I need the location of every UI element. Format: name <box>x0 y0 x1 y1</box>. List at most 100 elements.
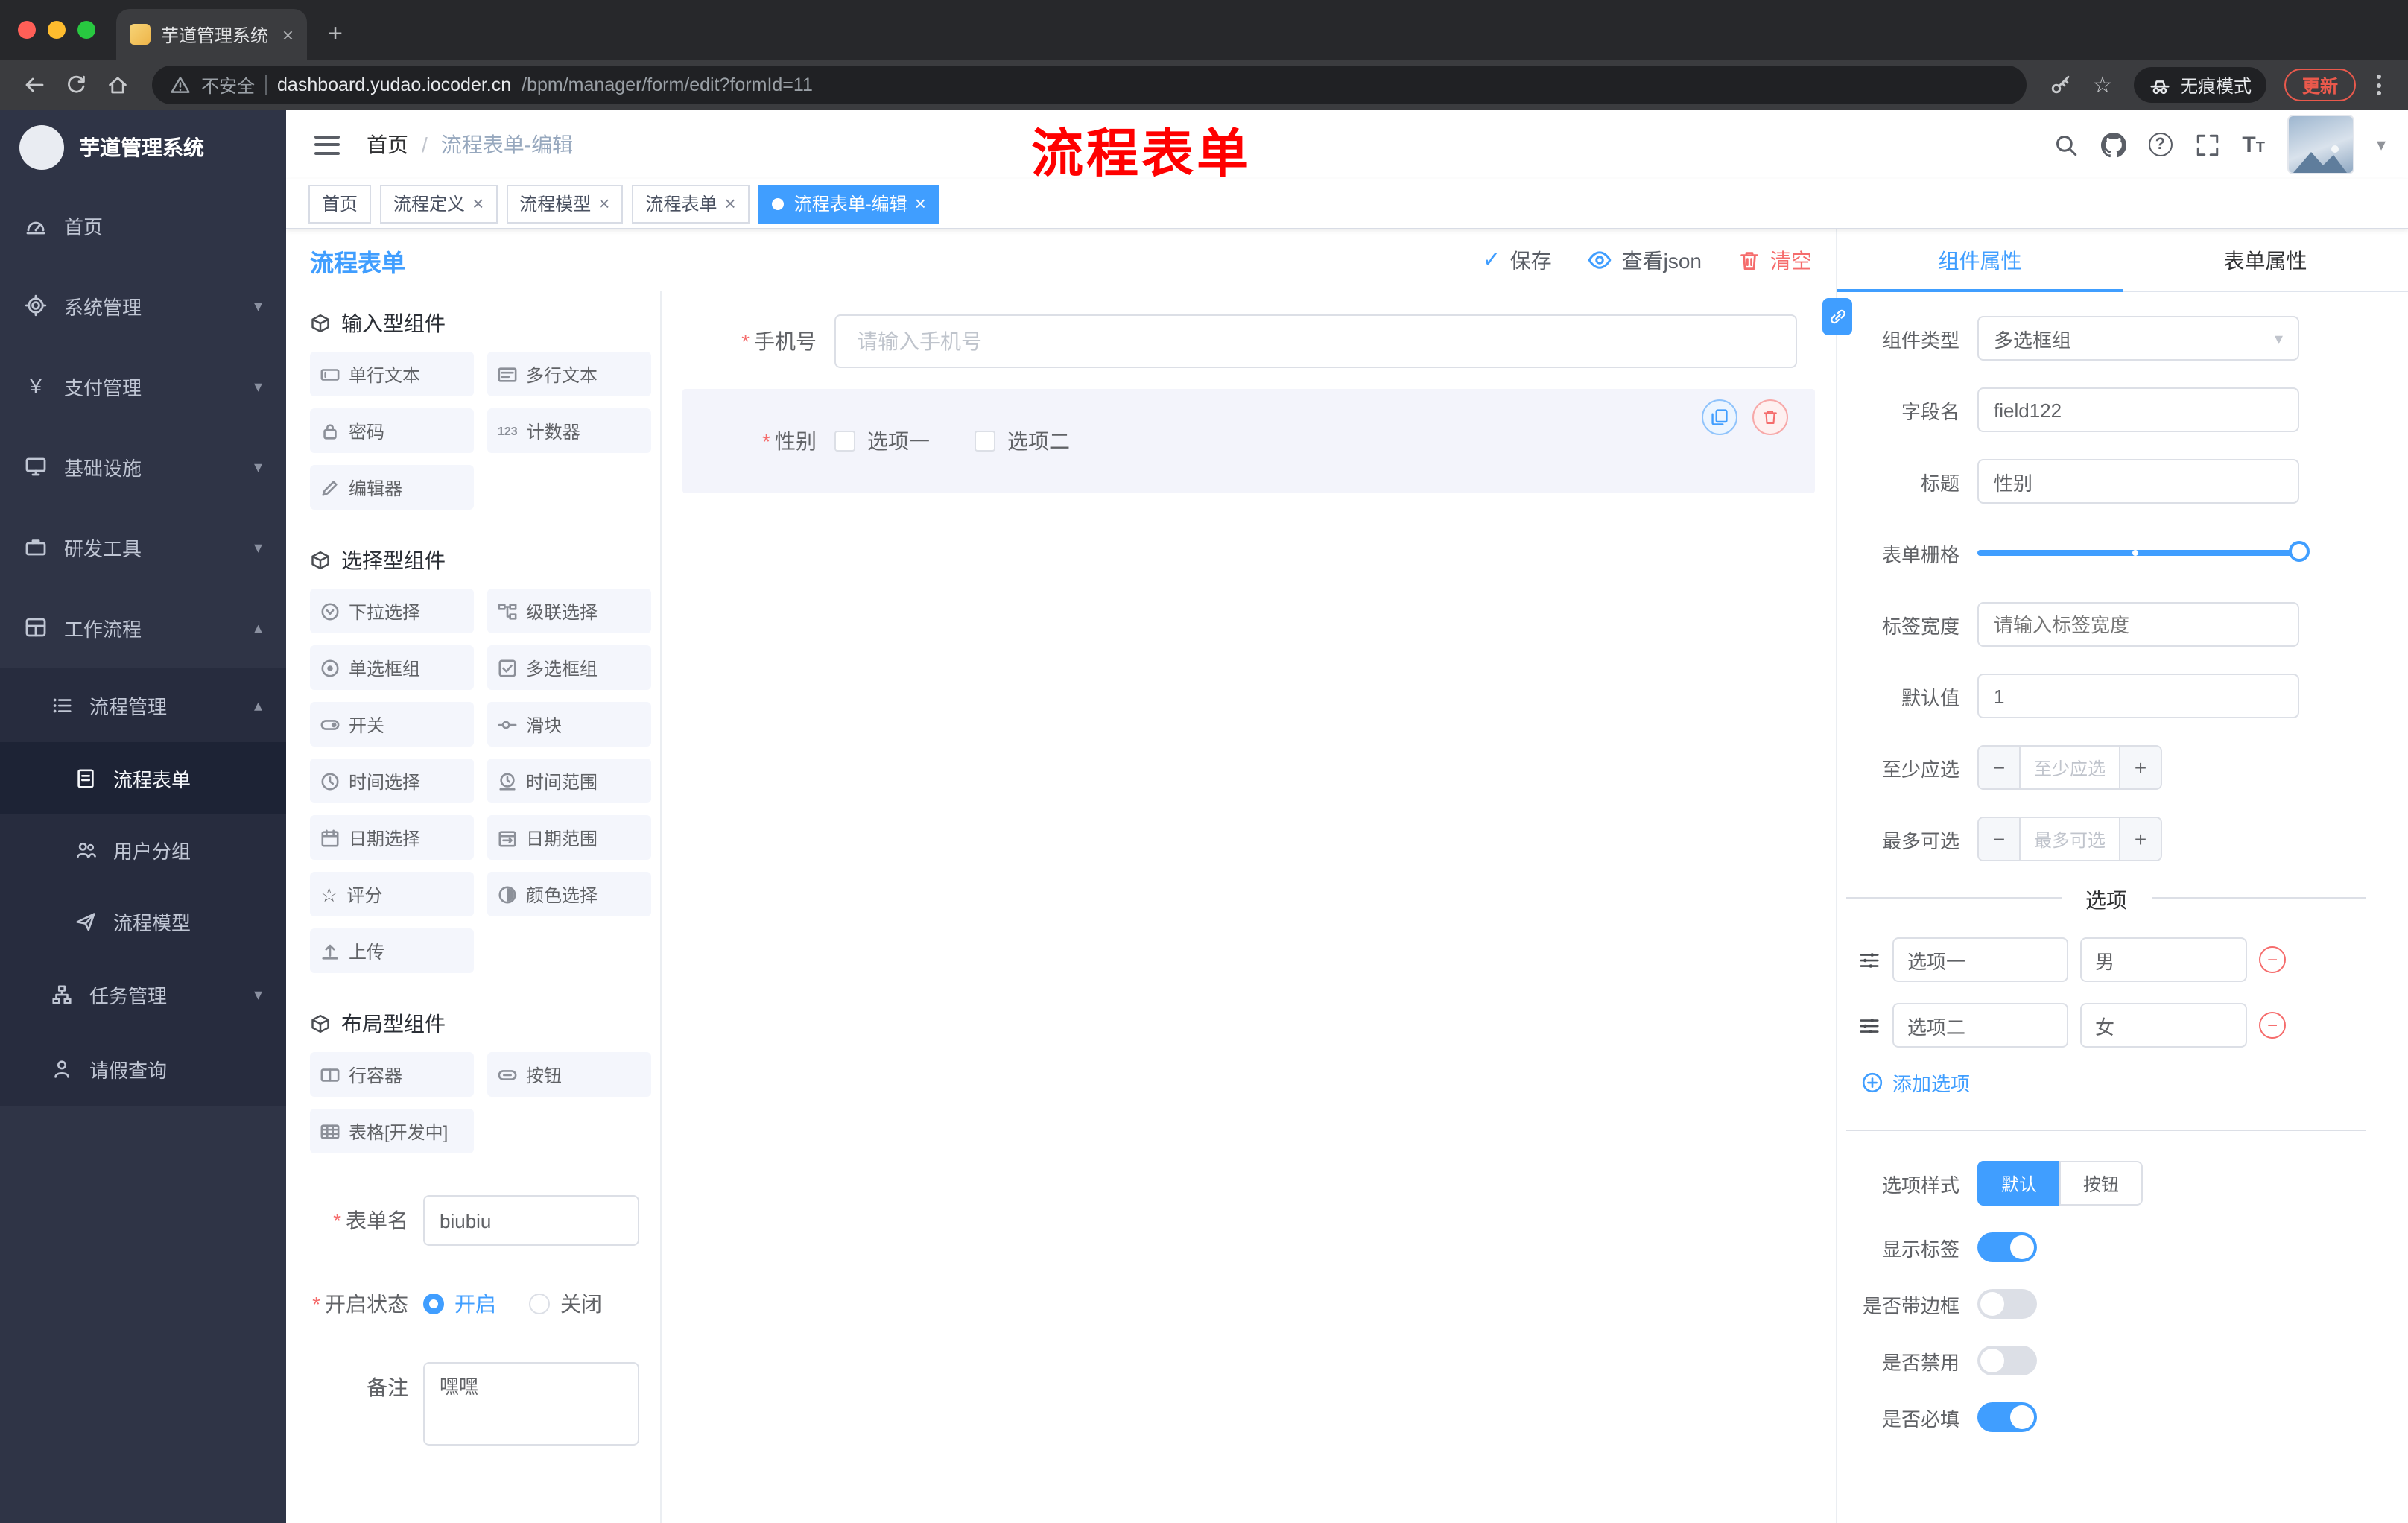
window-minimize-button[interactable] <box>48 21 66 39</box>
max-select-value[interactable]: 最多可选 <box>2021 818 2119 860</box>
form-name-input[interactable] <box>423 1195 639 1246</box>
browser-update-button[interactable]: 更新 <box>2284 69 2356 101</box>
palette-item-time-picker[interactable]: 时间选择 <box>310 759 474 803</box>
view-json-button[interactable]: 查看json <box>1588 245 1702 275</box>
sidebar-item-process-model[interactable]: 流程模型 <box>0 885 286 957</box>
fullscreen-button[interactable] <box>2194 132 2220 157</box>
field-name-input[interactable] <box>1977 387 2299 432</box>
option-value-input[interactable] <box>2080 1003 2247 1048</box>
status-radio-off[interactable]: 关闭 <box>529 1289 602 1319</box>
stepper-decrease-button[interactable]: − <box>1979 747 2021 788</box>
style-default-button[interactable]: 默认 <box>1977 1161 2062 1206</box>
phone-input[interactable] <box>834 314 1797 368</box>
component-type-select[interactable]: 多选框组 ▾ <box>1977 316 2299 361</box>
palette-item-button[interactable]: 按钮 <box>487 1052 651 1097</box>
palette-item-time-range[interactable]: 时间范围 <box>487 759 651 803</box>
add-option-button[interactable]: 添加选项 <box>1861 1068 2387 1097</box>
back-button[interactable] <box>15 66 54 104</box>
sidebar-logo[interactable]: 芋道管理系统 <box>0 110 286 185</box>
gender-option-1[interactable]: 选项一 <box>834 426 930 456</box>
title-input[interactable] <box>1977 459 2299 504</box>
sidebar-item-infrastructure[interactable]: 基础设施 ▾ <box>0 426 286 507</box>
palette-item-table[interactable]: 表格[开发中] <box>310 1109 474 1153</box>
avatar-caret-down-icon[interactable]: ▾ <box>2377 134 2386 155</box>
palette-item-row-container[interactable]: 行容器 <box>310 1052 474 1097</box>
browser-menu-button[interactable] <box>2365 69 2393 101</box>
palette-item-select[interactable]: 下拉选择 <box>310 589 474 633</box>
palette-item-radio-group[interactable]: 单选框组 <box>310 645 474 690</box>
save-button[interactable]: ✓ 保存 <box>1482 245 1551 275</box>
tag-process-model[interactable]: 流程模型 × <box>506 184 624 223</box>
tag-process-definition[interactable]: 流程定义 × <box>380 184 498 223</box>
tag-process-form-edit[interactable]: 流程表单-编辑 × <box>758 184 940 223</box>
form-remark-textarea[interactable]: 嘿嘿 <box>423 1362 639 1446</box>
checkbox-icon[interactable] <box>834 431 855 452</box>
slider-track[interactable] <box>1977 541 2310 562</box>
required-toggle[interactable] <box>1977 1402 2037 1432</box>
slider-handle[interactable] <box>2289 541 2310 562</box>
clear-button[interactable]: 清空 <box>1737 245 1812 275</box>
window-close-button[interactable] <box>18 21 36 39</box>
sidebar-toggle-button[interactable] <box>308 126 346 163</box>
canvas-field-phone[interactable]: * 手机号 <box>682 314 1815 368</box>
github-button[interactable] <box>2100 132 2126 157</box>
breadcrumb-home[interactable]: 首页 <box>367 130 408 159</box>
delete-widget-button[interactable] <box>1752 399 1788 435</box>
tab-component-props[interactable]: 组件属性 <box>1837 229 2123 292</box>
palette-item-editor[interactable]: 编辑器 <box>310 465 474 510</box>
reload-button[interactable] <box>57 66 95 104</box>
tag-close-icon[interactable]: × <box>472 194 484 213</box>
bookmark-star-button[interactable]: ☆ <box>2083 66 2122 104</box>
palette-item-slider[interactable]: 滑块 <box>487 702 651 747</box>
copy-widget-button[interactable] <box>1702 399 1737 435</box>
palette-item-rate[interactable]: ☆ 评分 <box>310 872 474 916</box>
tag-process-form[interactable]: 流程表单 × <box>632 184 750 223</box>
palette-item-cascader[interactable]: 级联选择 <box>487 589 651 633</box>
sidebar-item-payment[interactable]: ¥ 支付管理 ▾ <box>0 346 286 426</box>
palette-item-single-line-text[interactable]: 单行文本 <box>310 352 474 396</box>
help-button[interactable]: ? <box>2148 133 2173 156</box>
palette-item-color-picker[interactable]: 颜色选择 <box>487 872 651 916</box>
sidebar-item-home[interactable]: 首页 <box>0 185 286 265</box>
gender-option-2[interactable]: 选项二 <box>975 426 1070 456</box>
browser-tab[interactable]: 芋道管理系统 × <box>116 9 307 60</box>
stepper-decrease-button[interactable]: − <box>1979 818 2021 860</box>
search-button[interactable] <box>2053 132 2078 157</box>
sidebar-item-process-management[interactable]: 流程管理 ▴ <box>0 668 286 742</box>
sidebar-item-process-form[interactable]: 流程表单 <box>0 742 286 814</box>
drag-handle-icon[interactable] <box>1858 949 1881 971</box>
sidebar-item-task-management[interactable]: 任务管理 ▾ <box>0 957 286 1031</box>
palette-item-checkbox-group[interactable]: 多选框组 <box>487 645 651 690</box>
tag-close-icon[interactable]: × <box>915 194 926 213</box>
checkbox-icon[interactable] <box>975 431 995 452</box>
font-size-button[interactable]: TT <box>2242 133 2265 156</box>
border-toggle[interactable] <box>1977 1289 2037 1319</box>
disabled-toggle[interactable] <box>1977 1346 2037 1375</box>
palette-item-switch[interactable]: 开关 <box>310 702 474 747</box>
remove-option-button[interactable]: − <box>2259 1012 2286 1039</box>
remove-option-button[interactable]: − <box>2259 946 2286 973</box>
drag-handle-icon[interactable] <box>1858 1014 1881 1036</box>
home-button[interactable] <box>98 66 137 104</box>
sidebar-item-workflow[interactable]: 工作流程 ▴ <box>0 587 286 668</box>
palette-item-password[interactable]: 密码 <box>310 408 474 453</box>
new-tab-button[interactable]: + <box>316 15 355 54</box>
tag-close-icon[interactable]: × <box>598 194 609 213</box>
option-label-input[interactable] <box>1892 1003 2068 1048</box>
tab-form-props[interactable]: 表单属性 <box>2123 229 2408 291</box>
form-grid-slider[interactable] <box>1977 531 2310 575</box>
user-avatar[interactable] <box>2287 115 2354 174</box>
sidebar-item-devtools[interactable]: 研发工具 ▾ <box>0 507 286 587</box>
label-width-input[interactable] <box>1977 602 2299 647</box>
palette-item-multi-line-text[interactable]: 多行文本 <box>487 352 651 396</box>
palette-item-date-range[interactable]: 日期范围 <box>487 815 651 860</box>
default-value-input[interactable] <box>1977 674 2299 718</box>
stepper-increase-button[interactable]: + <box>2119 818 2161 860</box>
sidebar-item-leave-query[interactable]: 请假查询 <box>0 1031 286 1106</box>
palette-item-counter[interactable]: 123 计数器 <box>487 408 651 453</box>
component-anchor-button[interactable] <box>1822 298 1852 335</box>
option-value-input[interactable] <box>2080 937 2247 982</box>
tab-close-icon[interactable]: × <box>282 25 294 44</box>
show-label-toggle[interactable] <box>1977 1232 2037 1262</box>
style-button-button[interactable]: 按钮 <box>2059 1161 2144 1206</box>
